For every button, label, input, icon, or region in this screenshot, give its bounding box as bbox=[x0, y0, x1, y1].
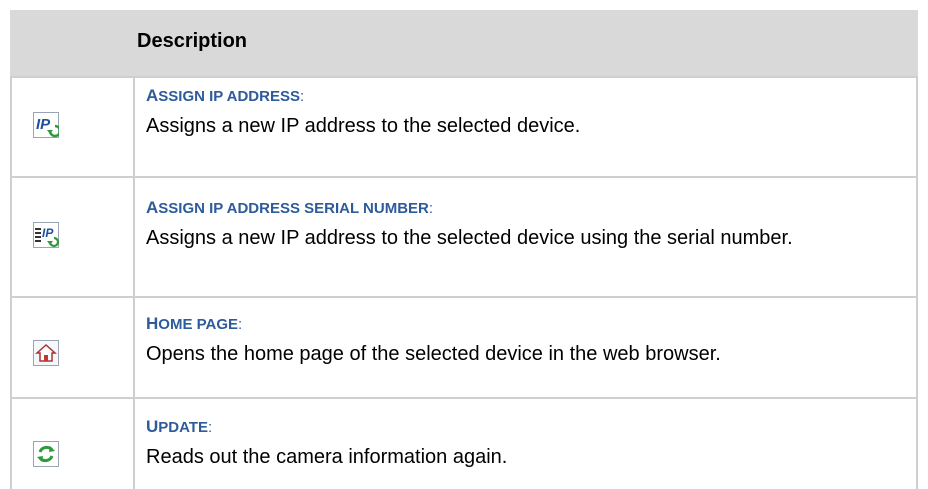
table-row: IP ASSIGN IP ADDRESS: Assigns a new IP a… bbox=[10, 78, 918, 176]
icon-cell: IP bbox=[10, 78, 134, 176]
header-title: Description bbox=[137, 30, 248, 52]
row-title: ASSIGN IP ADDRESS: bbox=[146, 86, 305, 105]
row-title: HOME PAGE: bbox=[146, 314, 243, 333]
table-row: IP ASSIGN IP ADDRESS SERIAL NUMBER: Assi… bbox=[10, 178, 918, 296]
icon-cell bbox=[10, 298, 134, 397]
table-header: Description bbox=[10, 10, 918, 76]
svg-text:IP: IP bbox=[42, 226, 54, 240]
description-table: Description IP ASSIGN IP ADDRESS: Assign… bbox=[10, 10, 918, 489]
row-title: UPDATE: bbox=[146, 417, 213, 436]
row-title: ASSIGN IP ADDRESS SERIAL NUMBER: bbox=[146, 198, 434, 217]
assign-ip-serial-icon[interactable]: IP bbox=[33, 222, 59, 248]
row-description: Assigns a new IP address to the selected… bbox=[146, 115, 581, 137]
table-row: UPDATE: Reads out the camera information… bbox=[10, 399, 918, 489]
home-page-icon[interactable] bbox=[33, 340, 59, 366]
row-description: Assigns a new IP address to the selected… bbox=[146, 227, 793, 249]
update-icon[interactable] bbox=[33, 441, 59, 467]
icon-cell bbox=[10, 399, 134, 489]
assign-ip-icon[interactable]: IP bbox=[33, 112, 59, 138]
table-row: HOME PAGE: Opens the home page of the se… bbox=[10, 298, 918, 397]
row-description: Opens the home page of the selected devi… bbox=[146, 343, 721, 365]
icon-cell: IP bbox=[10, 178, 134, 296]
row-description: Reads out the camera information again. bbox=[146, 446, 508, 468]
